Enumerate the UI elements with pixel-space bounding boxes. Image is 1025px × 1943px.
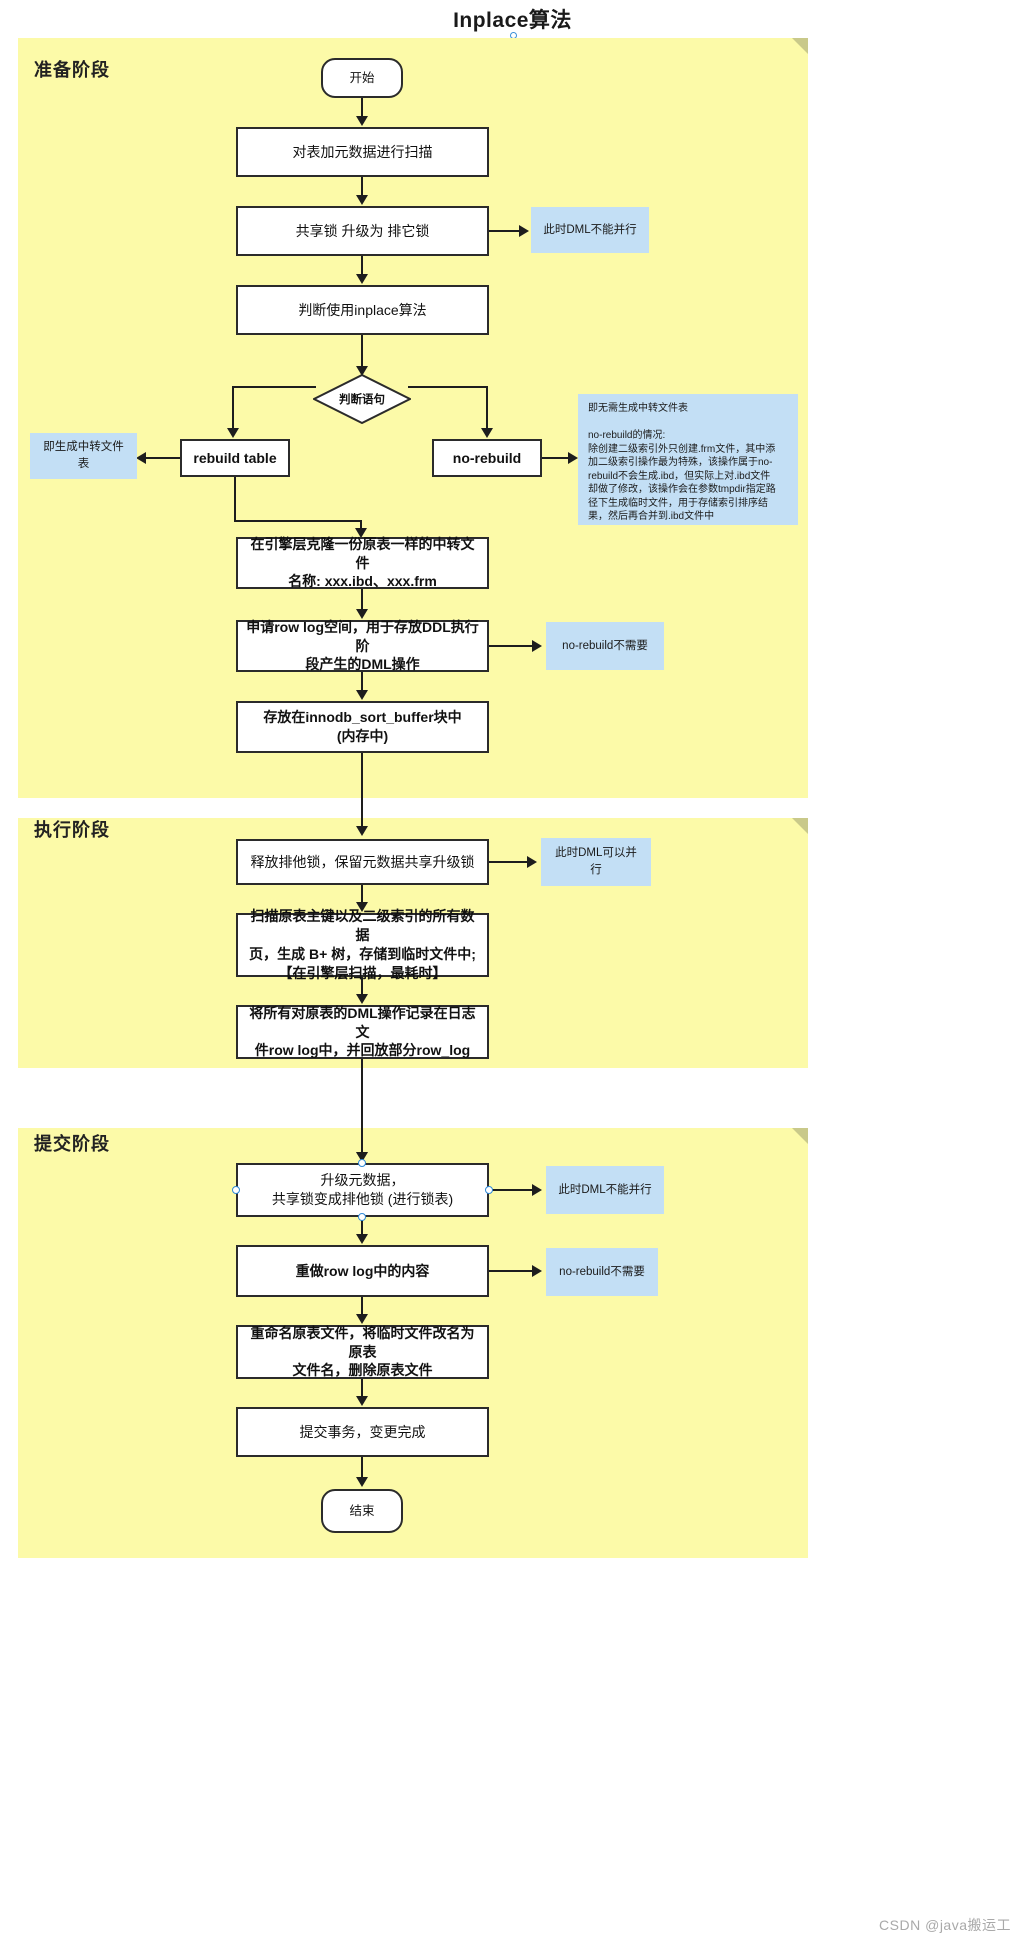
connector-rebuild-across bbox=[234, 520, 362, 523]
connector-rebuild-to-note bbox=[146, 457, 180, 460]
node-no-rebuild[interactable]: no-rebuild bbox=[432, 439, 542, 477]
arrowhead-down bbox=[356, 690, 368, 700]
node-commit-transaction[interactable]: 提交事务，变更完成 bbox=[236, 1407, 489, 1457]
node-rename-files[interactable]: 重命名原表文件，将临时文件改名为原表 文件名，删除原表文件 bbox=[236, 1325, 489, 1379]
connector-rebuild-down bbox=[234, 477, 237, 522]
node-record-dml[interactable]: 将所有对原表的DML操作记录在日志文 件row log中，并回放部分row_lo… bbox=[236, 1005, 489, 1059]
note-dml-blocked-2[interactable]: 此时DML不能并行 bbox=[546, 1166, 664, 1214]
connector-upgrade-to-note bbox=[489, 230, 521, 233]
connector-redo-to-note bbox=[489, 1270, 534, 1273]
selection-handle-right[interactable] bbox=[485, 1186, 493, 1194]
connector-judge-to-decision bbox=[361, 335, 364, 370]
arrowhead-right bbox=[527, 856, 537, 868]
node-scan-metadata[interactable]: 对表加元数据进行扫描 bbox=[236, 127, 489, 177]
arrowhead-down bbox=[356, 116, 368, 126]
arrowhead-down bbox=[356, 1477, 368, 1487]
connector-phase1-to-phase2-overlay bbox=[361, 753, 364, 831]
phase-label-preparation: 准备阶段 bbox=[34, 60, 110, 80]
note-generate-temp-table[interactable]: 即生成中转文件表 bbox=[30, 433, 137, 479]
note-no-rebuild-not-needed-1[interactable]: no-rebuild不需要 bbox=[546, 622, 664, 670]
node-sort-buffer[interactable]: 存放在innodb_sort_buffer块中 (内存中) bbox=[236, 701, 489, 753]
connector-decision-right-down bbox=[486, 386, 489, 431]
arrowhead-right bbox=[532, 640, 542, 652]
note-no-rebuild-not-needed-2[interactable]: no-rebuild不需要 bbox=[546, 1248, 658, 1296]
arrowhead-down bbox=[356, 274, 368, 284]
node-end[interactable]: 结束 bbox=[321, 1489, 403, 1533]
node-scan-pages[interactable]: 扫描原表主键以及二级索引的所有数据 页，生成 B+ 树，存储到临时文件中; 【在… bbox=[236, 908, 489, 981]
phase-label-commit: 提交阶段 bbox=[34, 1134, 110, 1154]
note-dml-blocked-1[interactable]: 此时DML不能并行 bbox=[531, 207, 649, 253]
arrowhead-down bbox=[356, 826, 368, 836]
selection-handle-bottom[interactable] bbox=[358, 1213, 366, 1221]
watermark-text: CSDN @java搬运工 bbox=[879, 1917, 1011, 1933]
panel-corner-fold-icon bbox=[792, 1128, 808, 1144]
arrowhead-down bbox=[227, 428, 239, 438]
node-start[interactable]: 开始 bbox=[321, 58, 403, 98]
phase-label-execution: 执行阶段 bbox=[34, 820, 110, 840]
node-judge-inplace[interactable]: 判断使用inplace算法 bbox=[236, 285, 489, 335]
arrowhead-down bbox=[356, 1234, 368, 1244]
node-apply-row-log[interactable]: 申请row log空间，用于存放DDL执行阶 段产生的DML操作 bbox=[236, 619, 489, 672]
connector-phase2-to-phase3-overlay bbox=[361, 1059, 364, 1157]
note-dml-allowed[interactable]: 此时DML可以并行 bbox=[541, 838, 651, 886]
connector-decision-right bbox=[408, 386, 488, 389]
decision-label: 判断语句 bbox=[339, 394, 385, 406]
selection-handle-top[interactable] bbox=[358, 1159, 366, 1167]
node-release-lock[interactable]: 释放排他锁，保留元数据共享升级锁 bbox=[236, 839, 489, 885]
arrowhead-right bbox=[532, 1184, 542, 1196]
arrowhead-down bbox=[481, 428, 493, 438]
note-no-rebuild-detail[interactable]: 即无需生成中转文件表 no-rebuild的情况: 除创建二级索引外只创建.fr… bbox=[578, 394, 798, 525]
arrowhead-down bbox=[356, 195, 368, 205]
arrowhead-down bbox=[356, 994, 368, 1004]
connector-upgrademeta-to-note bbox=[489, 1189, 534, 1192]
connector-norebuild-to-note bbox=[542, 457, 570, 460]
page-title: Inplace算法 bbox=[453, 9, 572, 32]
connector-rowlog-to-note bbox=[489, 645, 534, 648]
arrowhead-down bbox=[356, 1396, 368, 1406]
connector-decision-left-down bbox=[232, 386, 235, 431]
arrowhead-down bbox=[356, 1314, 368, 1324]
panel-corner-fold-icon bbox=[792, 38, 808, 54]
arrowhead-right bbox=[519, 225, 529, 237]
node-rebuild-table[interactable]: rebuild table bbox=[180, 439, 290, 477]
node-upgrade-metadata[interactable]: 升级元数据， 共享锁变成排他锁 (进行锁表) bbox=[236, 1163, 489, 1217]
arrowhead-right bbox=[568, 452, 578, 464]
arrowhead-right bbox=[532, 1265, 542, 1277]
node-redo-row-log[interactable]: 重做row log中的内容 bbox=[236, 1245, 489, 1297]
arrowhead-left bbox=[136, 452, 146, 464]
selection-handle-left[interactable] bbox=[232, 1186, 240, 1194]
connector-release-to-note bbox=[489, 861, 529, 864]
connector-decision-left bbox=[232, 386, 316, 389]
node-upgrade-lock[interactable]: 共享锁 升级为 排它锁 bbox=[236, 206, 489, 256]
node-clone-file[interactable]: 在引擎层克隆一份原表一样的中转文件 名称: xxx.ibd、xxx.frm bbox=[236, 536, 489, 589]
node-decision[interactable]: 判断语句 bbox=[313, 374, 411, 424]
panel-corner-fold-icon bbox=[792, 818, 808, 834]
